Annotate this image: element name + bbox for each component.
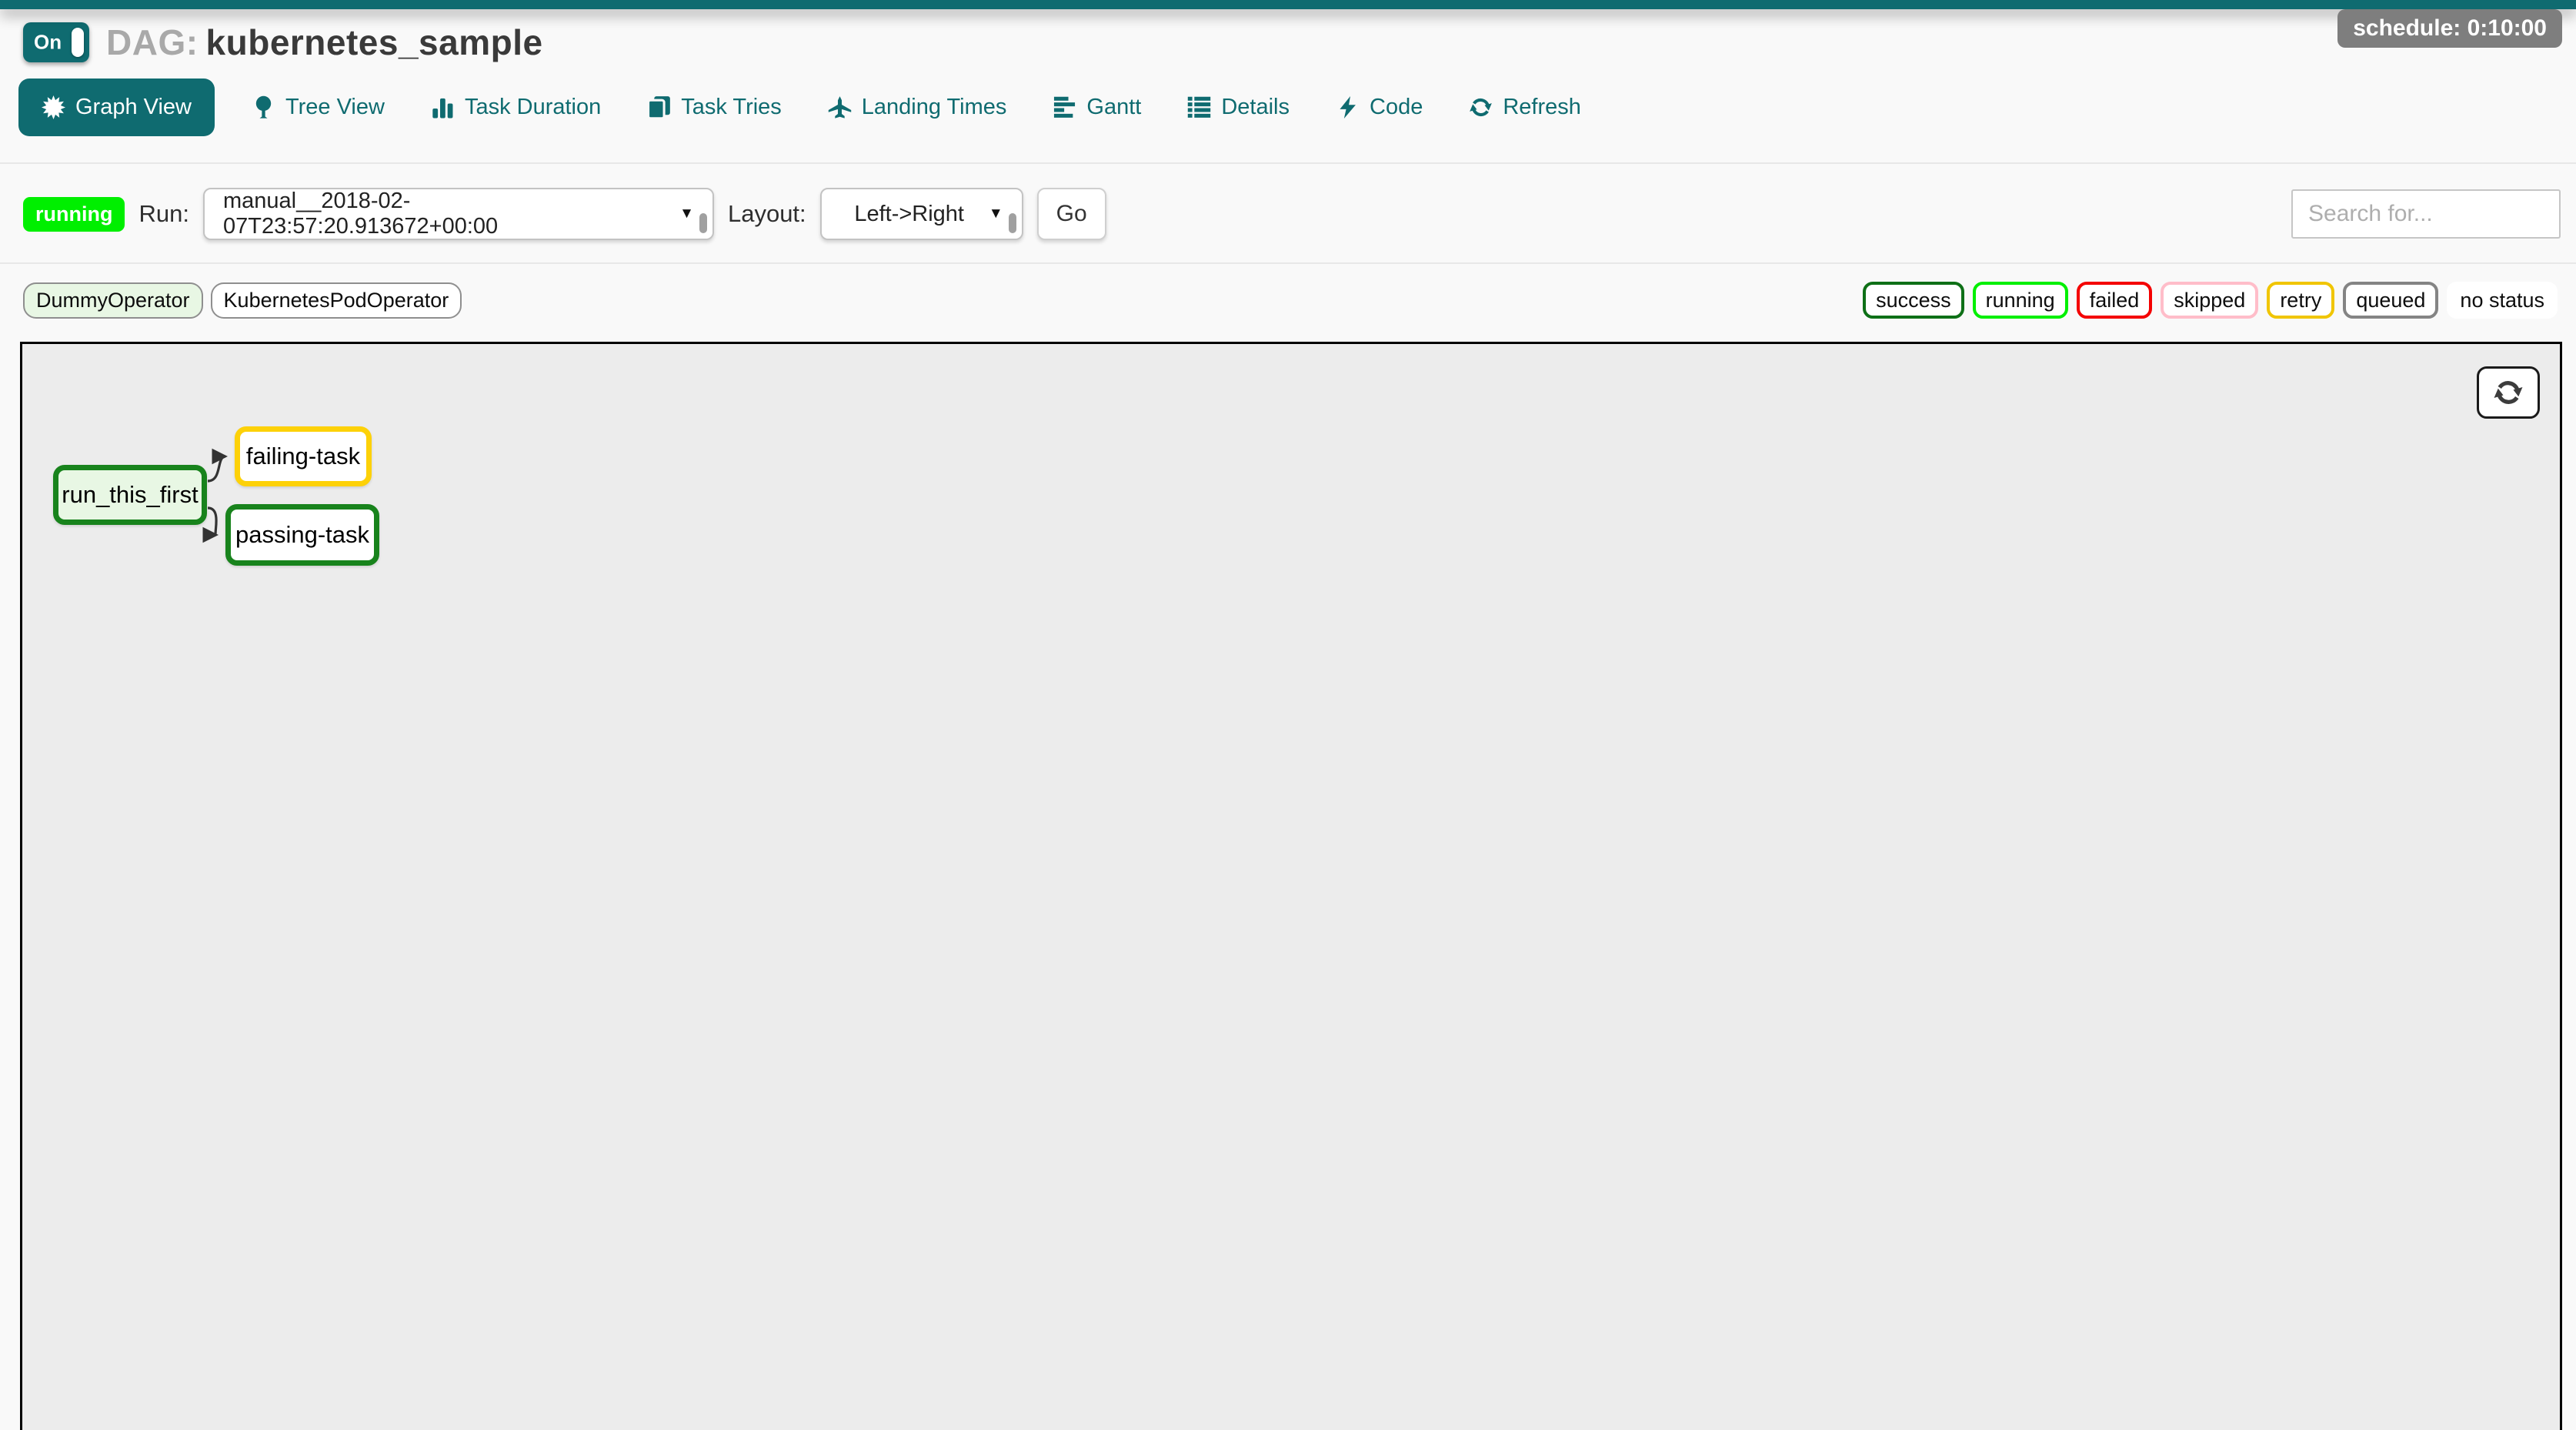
- operator-pill-kubernetespod: KubernetesPodOperator: [211, 282, 462, 319]
- chevron-down-icon: ▼: [679, 205, 694, 222]
- tree-icon: [252, 95, 275, 119]
- tab-gantt[interactable]: Gantt: [1043, 79, 1150, 136]
- tab-refresh[interactable]: Refresh: [1460, 79, 1590, 136]
- dag-pause-toggle-label: On: [34, 31, 62, 55]
- page-title: DAG:kubernetes_sample: [106, 22, 543, 63]
- page-title-prefix: DAG:: [106, 22, 199, 62]
- search-input[interactable]: [2291, 189, 2561, 239]
- refresh-icon: [1469, 95, 1493, 119]
- operator-legend: DummyOperator KubernetesPodOperator: [23, 282, 462, 319]
- dag-edges: [22, 344, 2560, 1430]
- tab-label: Task Tries: [681, 95, 782, 120]
- plane-icon: [828, 95, 852, 119]
- bolt-icon: [1336, 95, 1360, 119]
- graph-refresh-button[interactable]: [2477, 366, 2540, 419]
- status-pill-success: success: [1863, 282, 1964, 319]
- schedule-badge: schedule: 0:10:00: [2337, 9, 2562, 48]
- tab-landing-times[interactable]: Landing Times: [819, 79, 1016, 136]
- run-select-value: manual__2018-02-07T23:57:20.913672+00:00: [223, 189, 669, 239]
- list-icon: [1187, 95, 1211, 119]
- tab-tree-view[interactable]: Tree View: [242, 79, 394, 136]
- dag-graph-canvas[interactable]: run_this_first failing-task passing-task: [20, 342, 2562, 1430]
- tab-label: Graph View: [75, 95, 192, 120]
- legend-row: DummyOperator KubernetesPodOperator succ…: [23, 282, 2558, 319]
- tab-code[interactable]: Code: [1326, 79, 1432, 136]
- chevron-down-icon: ▼: [989, 205, 1003, 222]
- toggle-knob: [72, 28, 84, 57]
- dagrun-state-badge: running: [23, 197, 125, 232]
- tab-graph-view[interactable]: Graph View: [18, 79, 215, 136]
- task-node-run_this_first[interactable]: run_this_first: [53, 465, 207, 525]
- copy-icon: [647, 95, 671, 119]
- tab-label: Refresh: [1503, 95, 1581, 120]
- go-button[interactable]: Go: [1037, 188, 1106, 240]
- dag-name: kubernetes_sample: [206, 22, 543, 62]
- status-pill-failed: failed: [2077, 282, 2153, 319]
- layout-select[interactable]: Left->Right ▼: [820, 188, 1023, 240]
- status-pill-skipped: skipped: [2161, 282, 2258, 319]
- status-legend: success running failed skipped retry que…: [1863, 282, 2558, 319]
- tab-label: Gantt: [1086, 95, 1141, 120]
- task-node-label: passing-task: [235, 521, 369, 549]
- dag-header: On DAG:kubernetes_sample: [23, 22, 543, 63]
- select-scrollbar-thumb: [699, 213, 707, 233]
- operator-pill-dummy: DummyOperator: [23, 282, 203, 319]
- divider: [0, 262, 2576, 264]
- layout-select-value: Left->Right: [854, 202, 964, 227]
- tab-label: Tree View: [285, 95, 385, 120]
- sunburst-icon: [42, 95, 65, 119]
- layout-label: Layout:: [728, 200, 806, 228]
- run-controls: running Run: manual__2018-02-07T23:57:20…: [23, 187, 2561, 241]
- brand-bar: [0, 0, 2576, 9]
- task-node-label: run_this_first: [62, 481, 198, 509]
- task-node-label: failing-task: [246, 443, 360, 470]
- tab-label: Task Duration: [465, 95, 601, 120]
- refresh-icon: [2493, 377, 2524, 408]
- task-node-failing-task[interactable]: failing-task: [235, 426, 372, 486]
- run-label: Run:: [138, 200, 189, 228]
- tab-label: Landing Times: [862, 95, 1007, 120]
- task-node-passing-task[interactable]: passing-task: [225, 504, 379, 566]
- select-scrollbar-thumb: [1009, 213, 1016, 233]
- align-left-icon: [1053, 95, 1076, 119]
- run-select[interactable]: manual__2018-02-07T23:57:20.913672+00:00…: [203, 188, 714, 240]
- bar-chart-icon: [431, 95, 455, 119]
- tab-task-tries[interactable]: Task Tries: [638, 79, 791, 136]
- tab-task-duration[interactable]: Task Duration: [422, 79, 610, 136]
- status-pill-running: running: [1973, 282, 2068, 319]
- status-pill-retry: retry: [2267, 282, 2334, 319]
- tab-label: Code: [1370, 95, 1423, 120]
- dag-pause-toggle[interactable]: On: [23, 22, 89, 62]
- divider: [0, 162, 2576, 164]
- tab-label: Details: [1221, 95, 1290, 120]
- status-pill-queued: queued: [2343, 282, 2438, 319]
- status-pill-no-status: no status: [2447, 282, 2558, 319]
- tab-details[interactable]: Details: [1178, 79, 1299, 136]
- view-tabs: Graph View Tree View Task Duration Task …: [18, 79, 1590, 136]
